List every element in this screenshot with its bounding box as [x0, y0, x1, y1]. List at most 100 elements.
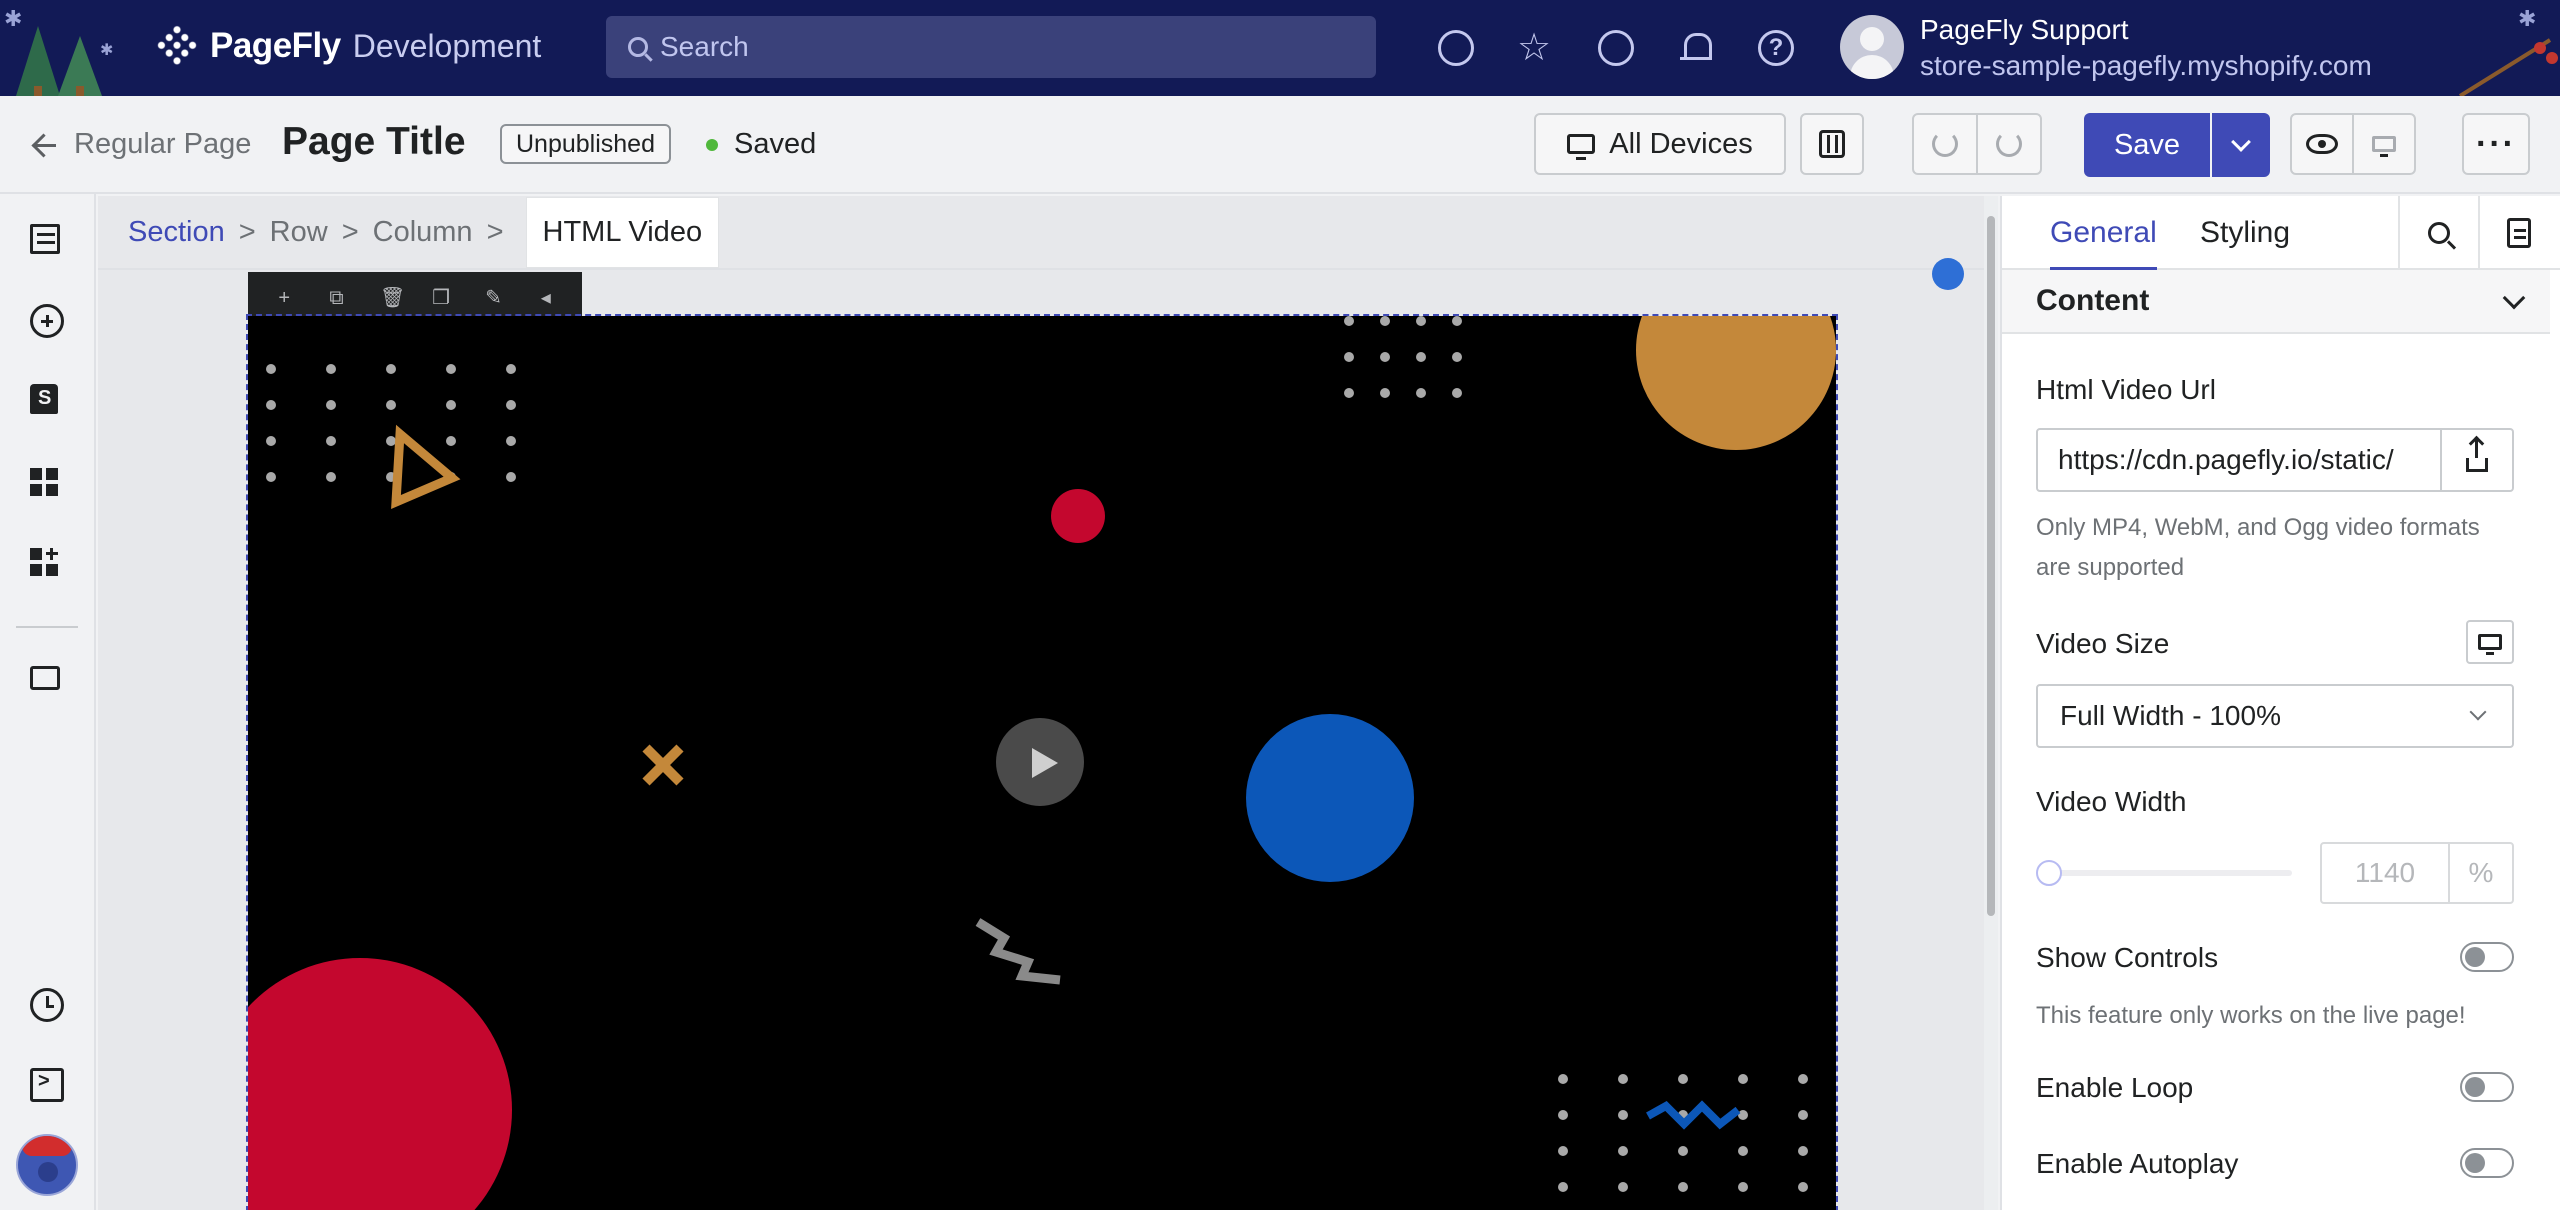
- video-size-select[interactable]: Full Width - 100%: [2036, 684, 2514, 748]
- chat-icon[interactable]: [1598, 30, 1634, 66]
- tab-styling[interactable]: Styling: [2200, 216, 2290, 250]
- add-icon[interactable]: +: [275, 288, 293, 308]
- breadcrumb: Section > Row > Column > HTML Video: [98, 196, 1988, 270]
- devices-button[interactable]: All Devices: [1534, 113, 1786, 175]
- upload-icon: [2466, 440, 2488, 472]
- store-domain[interactable]: store-sample-pagefly.myshopify.com: [1920, 50, 2372, 82]
- undo-icon: [1932, 131, 1958, 157]
- breadcrumb-current[interactable]: HTML Video: [525, 196, 720, 268]
- video-width-slider-track[interactable]: [2048, 870, 2292, 876]
- layout-icon: [2372, 136, 2396, 157]
- video-width-input[interactable]: 1140: [2320, 842, 2450, 904]
- page-settings-button[interactable]: [1800, 113, 1864, 175]
- settings-icon[interactable]: [1438, 30, 1474, 66]
- brand-env: Development: [352, 27, 542, 64]
- help-icon[interactable]: ?: [1758, 30, 1794, 66]
- santa-avatar-icon[interactable]: [16, 1134, 78, 1196]
- chevron-down-icon: [2469, 703, 2487, 721]
- saved-label: Saved: [734, 128, 817, 160]
- undo-button[interactable]: [1912, 113, 1978, 175]
- docs-button[interactable]: [2478, 196, 2558, 270]
- monitor-icon: [1567, 134, 1596, 160]
- delete-icon[interactable]: 🗑: [380, 288, 405, 308]
- show-controls-help: This feature only works on the live page…: [2036, 1002, 2466, 1029]
- svg-text:✱: ✱: [2518, 7, 2536, 32]
- section-title: Content: [2036, 284, 2150, 317]
- video-size-label: Video Size: [2036, 628, 2170, 659]
- play-icon[interactable]: [996, 718, 1084, 806]
- duplicate-icon[interactable]: ⧉: [327, 288, 345, 308]
- copy-icon[interactable]: ❐: [432, 288, 450, 308]
- scroll-thumb[interactable]: [1987, 216, 1995, 916]
- preview-button[interactable]: [2290, 113, 2354, 175]
- show-controls-label: Show Controls: [2036, 942, 2219, 973]
- code-icon[interactable]: [30, 1068, 64, 1102]
- search-input[interactable]: [660, 31, 1260, 63]
- search-settings-button[interactable]: [2398, 196, 2478, 270]
- video-width-label: Video Width: [2036, 786, 2187, 817]
- rail-divider: [16, 626, 78, 628]
- folder-icon[interactable]: [30, 666, 60, 690]
- left-rail: [0, 194, 96, 1210]
- redo-icon: [1996, 131, 2022, 157]
- publish-preview-button[interactable]: [2352, 113, 2416, 175]
- more-options-button[interactable]: ···: [2462, 113, 2530, 175]
- add-element-icon[interactable]: [30, 304, 64, 338]
- content-section-header[interactable]: Content: [2002, 270, 2550, 334]
- chevron-down-icon: [2231, 132, 2251, 152]
- save-options-button[interactable]: [2212, 113, 2270, 177]
- more-icon: ···: [2476, 125, 2516, 163]
- user-avatar[interactable]: [1840, 15, 1904, 79]
- user-name[interactable]: PageFly Support: [1920, 14, 2129, 46]
- page-title[interactable]: Page Title: [282, 120, 466, 164]
- devices-label: All Devices: [1609, 127, 1753, 160]
- style-icon[interactable]: ✎: [484, 288, 502, 308]
- search-bar[interactable]: [606, 16, 1376, 78]
- enable-autoplay-toggle[interactable]: [2460, 1148, 2514, 1178]
- app-logo[interactable]: PageFly Development: [152, 21, 542, 71]
- desktop-icon: [2478, 634, 2502, 655]
- enable-loop-toggle[interactable]: [2460, 1072, 2514, 1102]
- collapse-icon[interactable]: ◂: [537, 288, 555, 308]
- video-width-slider-thumb[interactable]: [2036, 860, 2062, 886]
- inspector-tabs: General Styling: [2002, 196, 2560, 271]
- enable-loop-label: Enable Loop: [2036, 1072, 2194, 1103]
- star-icon[interactable]: ☆: [1516, 29, 1552, 67]
- save-button[interactable]: Save: [2084, 113, 2210, 177]
- history-icon[interactable]: [30, 988, 64, 1022]
- canvas-scrollbar[interactable]: [1984, 196, 1998, 1210]
- holly-decoration: ✱: [2458, 7, 2558, 96]
- video-width-unit[interactable]: %: [2448, 842, 2514, 904]
- save-status: Saved: [706, 128, 816, 161]
- breadcrumb-section[interactable]: Section: [128, 216, 225, 249]
- video-url-label: Html Video Url: [2036, 374, 2216, 405]
- chevron-down-icon: [2502, 286, 2526, 310]
- apps-icon[interactable]: [30, 548, 58, 576]
- show-controls-toggle[interactable]: [2460, 942, 2514, 972]
- info-icon[interactable]: [1932, 258, 1964, 290]
- back-label: Regular Page: [74, 128, 252, 160]
- saved-dot-icon: [706, 138, 718, 151]
- upload-button[interactable]: [2440, 428, 2514, 492]
- search-icon: [2428, 222, 2450, 244]
- html-video-element[interactable]: [246, 314, 1838, 1210]
- video-url-help: Only MP4, WebM, and Ogg video formats ar…: [2036, 514, 2480, 581]
- breadcrumb-separator: >: [238, 215, 256, 248]
- tab-general[interactable]: General: [2050, 216, 2157, 271]
- breadcrumb-column[interactable]: Column: [373, 216, 473, 249]
- status-badge: Unpublished: [500, 124, 671, 164]
- device-toggle-button[interactable]: [2466, 620, 2514, 664]
- bell-icon[interactable]: [1678, 30, 1714, 66]
- pagefly-logo-icon: [152, 21, 202, 71]
- breadcrumb-row[interactable]: Row: [270, 216, 328, 249]
- layers-icon[interactable]: [30, 224, 60, 254]
- breadcrumb-separator: >: [341, 215, 359, 248]
- sliders-icon: [1819, 130, 1845, 158]
- shopify-icon[interactable]: [30, 384, 58, 414]
- search-icon: [628, 37, 648, 57]
- video-url-input[interactable]: https://cdn.pagefly.io/static/: [2036, 428, 2442, 492]
- redo-button[interactable]: [1976, 113, 2042, 175]
- sections-icon[interactable]: [30, 468, 58, 496]
- top-bar: ✱ ✱ PageFly Development ☆ ? PageFly Supp…: [0, 0, 2560, 96]
- back-link[interactable]: Regular Page: [32, 128, 251, 161]
